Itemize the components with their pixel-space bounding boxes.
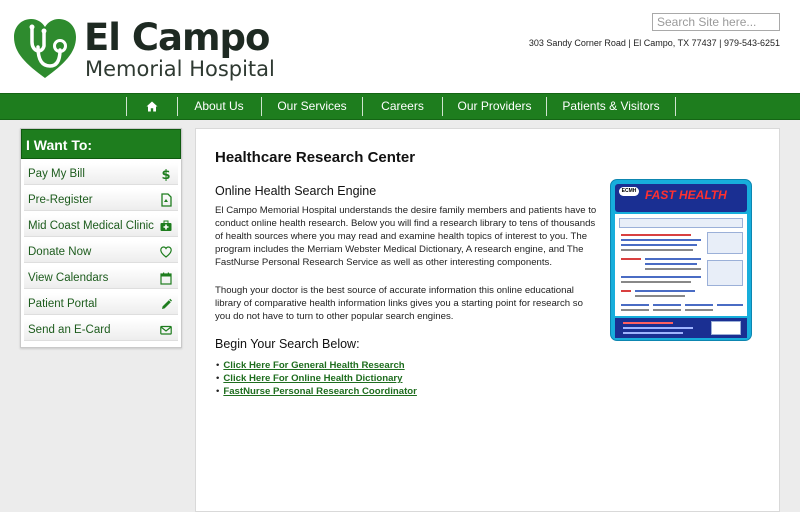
nav-about-us[interactable]: About Us (178, 94, 260, 119)
thumbnail-emergency-box (711, 321, 741, 335)
online-health-dictionary-link[interactable]: Click Here For Online Health Dictionary (223, 373, 402, 384)
main-content: Healthcare Research Center Online Health… (195, 128, 780, 512)
pencil-icon (162, 298, 172, 309)
sidebar-item-label: Send an E-Card (28, 324, 111, 336)
medical-kit-icon (160, 220, 172, 231)
thumbnail-logo-box (707, 232, 743, 254)
thumbnail-searchbar (619, 218, 743, 228)
intro-paragraph: El Campo Memorial Hospital understands t… (215, 205, 597, 268)
sidebar-list: Pay My Bill $ Pre-Register Mid Coast Med… (21, 159, 181, 341)
nav-our-services[interactable]: Our Services (262, 94, 362, 119)
logo-subtitle: Memorial Hospital (85, 57, 275, 81)
list-item: • FastNurse Personal Research Coordinator (216, 386, 417, 397)
i-want-to-panel: I Want To: Pay My Bill $ Pre-Register Mi… (20, 128, 182, 348)
sidebar-item-label: Pre-Register (28, 194, 93, 206)
sidebar-item-send-an-e-card[interactable]: Send an E-Card (24, 319, 178, 341)
home-icon (146, 101, 158, 112)
section-heading-begin-search: Begin Your Search Below: (215, 337, 360, 351)
disclaimer-paragraph: Though your doctor is the best source of… (215, 285, 583, 322)
nav-separator (675, 97, 676, 116)
hospital-address: 303 Sandy Corner Road | El Campo, TX 774… (528, 38, 780, 48)
research-links-list: • Click Here For General Health Research … (216, 359, 417, 398)
sidebar-item-label: Patient Portal (28, 298, 98, 310)
thumbnail-brand: FAST HEALTH (645, 188, 727, 202)
nav-home[interactable] (127, 94, 177, 119)
thumbnail-university-box (707, 260, 743, 286)
site-header: El Campo Memorial Hospital 303 Sandy Cor… (0, 0, 800, 93)
fastnurse-coordinator-link[interactable]: FastNurse Personal Research Coordinator (223, 386, 417, 397)
envelope-icon (160, 325, 172, 335)
list-item: • Click Here For General Health Research (216, 360, 405, 371)
document-icon (161, 193, 172, 207)
site-search-input[interactable] (652, 13, 780, 31)
site-logo[interactable]: El Campo Memorial Hospital (12, 16, 282, 86)
sidebar-item-mid-coast-medical-clinic[interactable]: Mid Coast Medical Clinic (24, 215, 178, 237)
nav-our-providers[interactable]: Our Providers (443, 94, 546, 119)
logo-name: El Campo (84, 16, 270, 59)
sidebar-item-patient-portal[interactable]: Patient Portal (24, 293, 178, 315)
page-title: Healthcare Research Center (215, 149, 416, 166)
heart-stethoscope-icon (14, 19, 76, 78)
svg-text:$: $ (161, 168, 170, 181)
calendar-icon (160, 272, 172, 285)
thumbnail-badge: ECMH (619, 187, 639, 196)
nav-careers[interactable]: Careers (363, 94, 442, 119)
sidebar-item-pay-my-bill[interactable]: Pay My Bill $ (24, 163, 178, 185)
main-nav: About Us Our Services Careers Our Provid… (0, 93, 800, 120)
list-item: • Click Here For Online Health Dictionary (216, 373, 403, 384)
fast-health-thumbnail[interactable]: ECMH FAST HEALTH (610, 179, 752, 341)
sidebar-title: I Want To: (21, 129, 181, 159)
thumbnail-body (615, 214, 747, 316)
nav-patients-visitors[interactable]: Patients & Visitors (547, 94, 675, 119)
thumbnail-footer (615, 318, 747, 338)
sidebar-item-label: Mid Coast Medical Clinic (28, 220, 154, 232)
sidebar-item-donate-now[interactable]: Donate Now (24, 241, 178, 263)
sidebar-item-pre-register[interactable]: Pre-Register (24, 189, 178, 211)
heart-icon (160, 246, 172, 258)
sidebar-item-label: View Calendars (28, 272, 109, 284)
section-heading-search-engine: Online Health Search Engine (215, 184, 377, 198)
sidebar-item-label: Donate Now (28, 246, 92, 258)
thumbnail-header: ECMH FAST HEALTH (615, 184, 747, 212)
sidebar-item-label: Pay My Bill (28, 168, 85, 180)
sidebar-item-view-calendars[interactable]: View Calendars (24, 267, 178, 289)
dollar-icon: $ (161, 168, 170, 181)
general-health-research-link[interactable]: Click Here For General Health Research (223, 360, 404, 371)
